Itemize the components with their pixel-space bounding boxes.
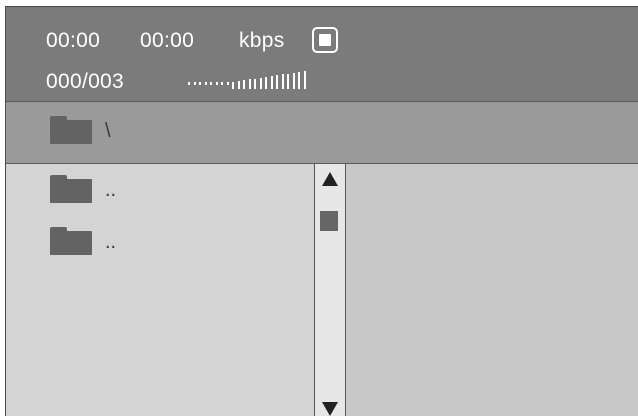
- current-path: \: [105, 120, 111, 142]
- list-item[interactable]: ..: [6, 216, 314, 268]
- list-item[interactable]: ..: [6, 164, 314, 216]
- volume-level-tick: [215, 82, 218, 85]
- elapsed-time: 00:00: [46, 29, 101, 52]
- volume-level-tick: [303, 71, 306, 89]
- player-window: 00:00 00:00 kbps 000/003 \ .. ..: [5, 6, 638, 416]
- scrollbar-thumb[interactable]: [320, 211, 338, 231]
- volume-level-tick: [259, 77, 262, 89]
- volume-level-tick: [298, 71, 300, 89]
- volume-level-tick: [265, 76, 267, 89]
- volume-level-tick: [188, 82, 190, 85]
- volume-level-tick: [281, 74, 284, 89]
- preview-pane: [346, 164, 638, 416]
- stop-button[interactable]: [312, 27, 338, 53]
- volume-level-tick: [248, 79, 251, 89]
- list-item-label: ..: [105, 231, 117, 253]
- file-list: .. ..: [6, 164, 314, 416]
- volume-level-tick: [287, 73, 289, 89]
- arrow-down-icon[interactable]: [322, 402, 338, 416]
- track-counter: 000/003: [46, 70, 125, 93]
- volume-level-tick: [237, 81, 240, 89]
- folder-icon: [50, 227, 92, 255]
- volume-level-tick: [254, 78, 256, 89]
- arrow-up-icon[interactable]: [322, 172, 338, 186]
- path-bar: \: [6, 102, 638, 164]
- volume-level-tick: [270, 76, 273, 89]
- folder-icon: [50, 116, 92, 144]
- volume-level-tick: [243, 80, 245, 89]
- volume-level-tick: [232, 82, 234, 89]
- list-item-label: ..: [105, 179, 117, 201]
- volume-level-tick: [276, 75, 278, 89]
- folder-icon: [50, 175, 92, 203]
- status-bar: 00:00 00:00 kbps 000/003: [6, 7, 638, 102]
- scrollbar[interactable]: [314, 164, 346, 416]
- volume-level-tick: [193, 82, 196, 85]
- bitrate-unit: kbps: [239, 29, 285, 52]
- volume-level-tick: [204, 82, 207, 85]
- volume-level-tick: [226, 82, 229, 85]
- volume-level-tick: [210, 82, 212, 85]
- volume-level-meter[interactable]: [188, 71, 308, 91]
- volume-level-tick: [199, 82, 201, 85]
- volume-level-tick: [221, 82, 223, 85]
- volume-level-tick: [292, 72, 295, 89]
- total-time: 00:00: [140, 29, 195, 52]
